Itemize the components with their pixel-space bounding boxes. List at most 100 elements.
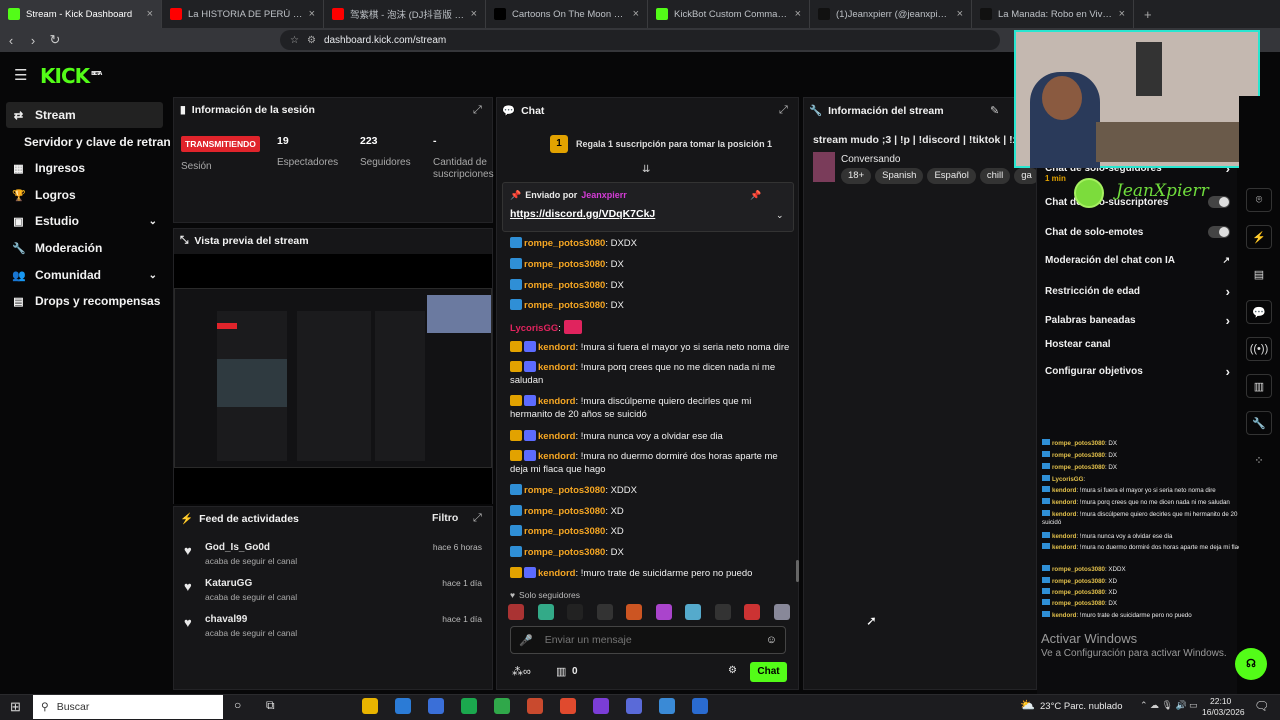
browser-tab[interactable]: KickBot Custom Commands × bbox=[648, 0, 810, 28]
broadcast-button[interactable]: ((•)) bbox=[1246, 337, 1272, 361]
chat-button[interactable]: 💬 bbox=[1246, 300, 1272, 324]
weather-text[interactable]: 23°C Parc. nublado bbox=[1040, 701, 1123, 712]
taskbar-app-icon[interactable] bbox=[362, 698, 378, 714]
browser-tab[interactable]: (1)Jeanxpierr (@jeanxpierr) | TikTok × bbox=[810, 0, 972, 28]
chat-username[interactable]: rompe_potos3080 bbox=[524, 485, 605, 496]
chat-message[interactable]: rompe_potos3080: DX bbox=[510, 299, 790, 312]
taskbar-app-icon[interactable] bbox=[527, 698, 543, 714]
stream-tag[interactable]: Español bbox=[927, 168, 976, 184]
points-icon[interactable]: ⁂∞ bbox=[512, 665, 531, 678]
chat-popout-icon[interactable]: ⤢ bbox=[779, 104, 788, 117]
emote-icon[interactable] bbox=[626, 604, 643, 620]
taskbar-app-icon[interactable] bbox=[626, 698, 642, 714]
clock-time[interactable]: 22:10 bbox=[1210, 696, 1231, 706]
bookmark-icon[interactable]: ☆ bbox=[290, 35, 299, 46]
taskbar-app-icon[interactable] bbox=[659, 698, 675, 714]
support-button[interactable]: ☊ bbox=[1235, 648, 1267, 680]
kick-logo[interactable]: KICK BETA bbox=[40, 64, 102, 88]
chat-message[interactable]: kendord: !mura discúlpeme quiero decirle… bbox=[510, 395, 790, 421]
menu-icon[interactable]: ☰ bbox=[14, 66, 27, 84]
stream-preview-image[interactable] bbox=[174, 254, 492, 504]
camera-button[interactable]: ⌾ bbox=[1246, 188, 1272, 212]
chat-username[interactable]: rompe_potos3080 bbox=[524, 506, 605, 517]
close-icon[interactable]: × bbox=[471, 8, 477, 20]
chat-username[interactable]: rompe_potos3080 bbox=[524, 238, 605, 249]
message-field[interactable] bbox=[544, 634, 754, 646]
send-chat-button[interactable]: Chat bbox=[750, 662, 787, 682]
gift-banner[interactable]: 1 Regala 1 suscripción para tomar la pos… bbox=[550, 135, 772, 153]
task-view-icon[interactable]: ⧉ bbox=[266, 698, 275, 713]
chat-setting-row[interactable]: Chat de solo-emotes bbox=[1045, 226, 1230, 238]
chat-message[interactable]: kendord: !mura porq crees que no me dice… bbox=[510, 361, 790, 387]
chat-message[interactable]: LycorisGG: bbox=[510, 320, 790, 335]
category-name[interactable]: Conversando bbox=[841, 154, 900, 165]
clock-date[interactable]: 16/03/2026 bbox=[1202, 707, 1245, 717]
back-icon[interactable]: ‹ bbox=[0, 33, 22, 48]
chat-message[interactable]: rompe_potos3080: XD bbox=[510, 505, 790, 518]
stream-tag[interactable]: chill bbox=[979, 168, 1011, 184]
gift-icon[interactable]: ▥ bbox=[556, 665, 566, 678]
new-tab-icon[interactable]: + bbox=[1144, 7, 1152, 22]
more-icon[interactable]: ⁘ bbox=[1246, 448, 1272, 472]
close-icon[interactable]: × bbox=[309, 8, 315, 20]
sidebar-item[interactable]: Servidor y clave de retransmisión bbox=[18, 129, 170, 155]
filter-button[interactable]: Filtro bbox=[432, 512, 458, 524]
cortana-icon[interactable]: ○ bbox=[234, 698, 241, 712]
browser-tab[interactable]: Stream - Kick Dashboard × bbox=[0, 0, 162, 28]
chat-message[interactable]: rompe_potos3080: XD bbox=[510, 525, 790, 538]
close-icon[interactable]: × bbox=[795, 8, 801, 20]
file-icon[interactable]: ▤ bbox=[1246, 262, 1272, 286]
chat-username[interactable]: kendord bbox=[538, 396, 575, 407]
chat-settings-icon[interactable]: ⚙ bbox=[728, 665, 737, 676]
chat-username[interactable]: kendord bbox=[538, 342, 575, 353]
toggle-switch[interactable] bbox=[1208, 226, 1230, 238]
chat-setting-row[interactable]: Configurar objetivos › bbox=[1045, 364, 1230, 379]
browser-tab[interactable]: La HISTORIA DE PERÚ en 13 min × bbox=[162, 0, 324, 28]
browser-tab[interactable]: Cartoons On The Moon en X: "El cre × bbox=[486, 0, 648, 28]
tray-icons[interactable]: ⌃ ☁ 🎙 🔊 ▭ bbox=[1140, 700, 1198, 711]
drag-handle-icon[interactable]: ⇊ bbox=[642, 164, 650, 175]
emote-icon[interactable] bbox=[773, 604, 790, 620]
close-icon[interactable]: × bbox=[633, 8, 639, 20]
sidebar-item[interactable]: ▤ Drops y recompensas bbox=[6, 288, 163, 314]
pinned-user[interactable]: Jeanxpierr bbox=[581, 190, 627, 201]
chat-setting-row[interactable]: Restricción de edad › bbox=[1045, 284, 1230, 299]
sidebar-item[interactable]: 🔧 Moderación bbox=[6, 235, 163, 261]
chat-setting-row[interactable]: Palabras baneadas › bbox=[1045, 313, 1230, 328]
sidebar-item[interactable]: ⇄ Stream bbox=[6, 102, 163, 128]
notification-icon[interactable]: 🗨 bbox=[1254, 699, 1269, 713]
taskbar-app-icon[interactable] bbox=[494, 698, 510, 714]
emote-icon[interactable] bbox=[567, 604, 584, 620]
message-input[interactable]: 🎤 ☺ bbox=[510, 626, 786, 654]
sidebar-item[interactable]: 🏆 Logros bbox=[6, 182, 163, 208]
emote-icon[interactable] bbox=[537, 604, 554, 620]
emote-icon[interactable] bbox=[744, 604, 761, 620]
scrollbar[interactable] bbox=[796, 560, 799, 582]
wrench-button[interactable]: 🔧 bbox=[1246, 411, 1272, 435]
close-icon[interactable]: × bbox=[957, 8, 963, 20]
sidebar-item[interactable]: ▦ Ingresos bbox=[6, 155, 163, 181]
chat-message[interactable]: kendord: !mura nunca voy a olvidar ese d… bbox=[510, 430, 790, 443]
taskbar-app-icon[interactable] bbox=[395, 698, 411, 714]
chat-message[interactable]: rompe_potos3080: DX bbox=[510, 546, 790, 559]
reload-icon[interactable]: ↻ bbox=[44, 32, 66, 48]
start-icon[interactable]: ⊞ bbox=[10, 699, 21, 715]
emote-icon[interactable] bbox=[685, 604, 702, 620]
chat-username[interactable]: rompe_potos3080 bbox=[524, 280, 605, 291]
chat-message[interactable]: rompe_potos3080: DXDX bbox=[510, 237, 790, 250]
taskbar-app-icon[interactable] bbox=[461, 698, 477, 714]
feed-user[interactable]: chaval99 bbox=[205, 614, 247, 625]
stream-tag[interactable]: Spanish bbox=[875, 168, 924, 184]
forward-icon[interactable]: › bbox=[22, 33, 44, 48]
browser-tab[interactable]: 驾紫棋 - 泡沫 (DJ抖音版 2025) 为什 × bbox=[324, 0, 486, 28]
taskbar-app-icon[interactable] bbox=[560, 698, 576, 714]
pinned-link[interactable]: https://discord.gg/VDqK7CkJ bbox=[510, 208, 655, 220]
chat-message[interactable]: rompe_potos3080: DX bbox=[510, 279, 790, 292]
chat-username[interactable]: rompe_potos3080 bbox=[524, 526, 605, 537]
emote-icon[interactable] bbox=[508, 604, 524, 620]
collapse-chevron-icon[interactable]: ⌄ bbox=[776, 210, 784, 221]
chat-message[interactable]: kendord: !mura si fuera el mayor yo si s… bbox=[510, 341, 790, 354]
taskbar-app-icon[interactable] bbox=[593, 698, 609, 714]
chat-username[interactable]: kendord bbox=[538, 362, 575, 373]
chat-username[interactable]: rompe_potos3080 bbox=[524, 259, 605, 270]
